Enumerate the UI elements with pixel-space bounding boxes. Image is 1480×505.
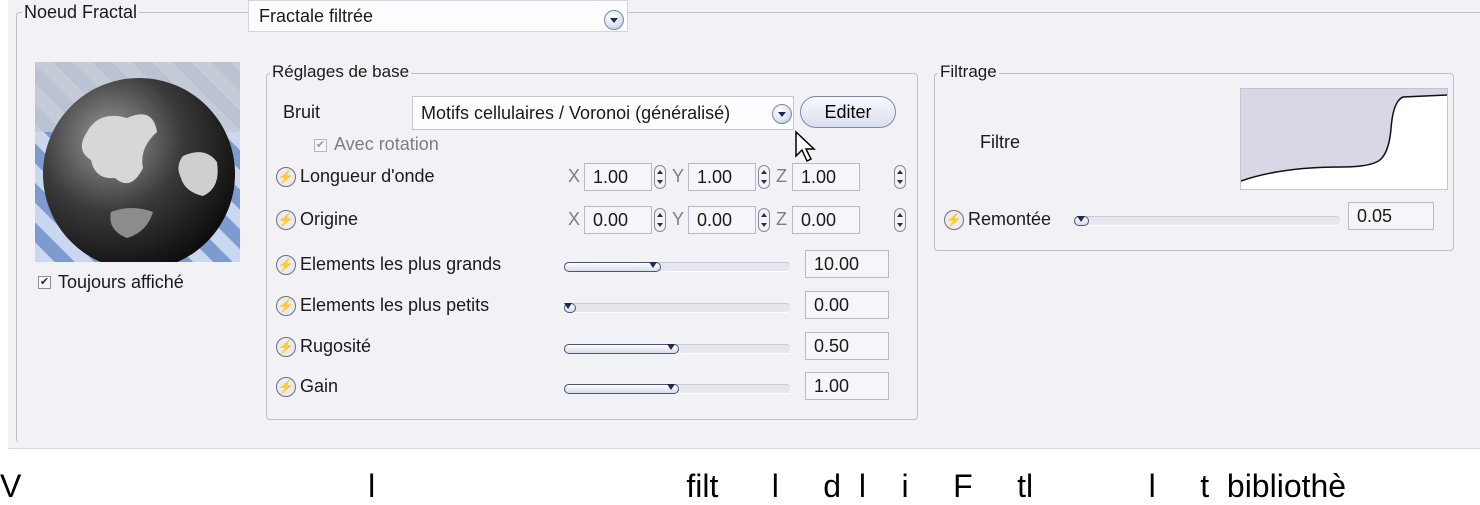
rise-slider[interactable]	[1074, 216, 1340, 226]
wavelength-z-label: Z	[776, 166, 787, 186]
slider-thumb[interactable]	[562, 300, 574, 312]
slider-thumb[interactable]	[665, 381, 677, 393]
largest-elements-animate-icon[interactable]: ⚡	[276, 255, 296, 275]
filter-curve-graph[interactable]	[1240, 88, 1448, 190]
slider-thumb[interactable]	[1075, 213, 1087, 225]
smallest-elements-label: Elements les plus petits	[300, 295, 490, 315]
smallest-elements-animate-icon[interactable]: ⚡	[276, 296, 296, 316]
origin-animate-icon[interactable]: ⚡	[276, 210, 296, 230]
rise-value[interactable]: 0.05	[1348, 202, 1434, 230]
wavelength-animate-icon[interactable]: ⚡	[276, 167, 296, 187]
edit-button[interactable]: Editer	[800, 96, 896, 128]
roughness-animate-icon[interactable]: ⚡	[276, 337, 296, 357]
filter-curve-icon	[1240, 94, 1448, 189]
wavelength-y-field[interactable]: 1.00	[688, 163, 756, 191]
noise-dropdown-icon[interactable]	[772, 104, 792, 124]
fractal-type-select[interactable]: Fractale filtrée	[248, 0, 628, 32]
always-shown-label: Toujours affiché	[58, 272, 184, 292]
smallest-elements-slider[interactable]	[564, 303, 790, 313]
gain-value[interactable]: 1.00	[805, 372, 889, 400]
noise-label: Bruit	[283, 102, 321, 122]
filtering-title: Filtrage	[938, 62, 999, 82]
rise-animate-icon[interactable]: ⚡	[944, 210, 964, 230]
roughness-slider[interactable]	[564, 344, 790, 354]
wavelength-x-field[interactable]: 1.00	[584, 163, 652, 191]
node-title: Noeud Fractal	[22, 2, 140, 23]
noise-value: Motifs cellulaires / Voronoi (généralisé…	[421, 103, 731, 123]
roughness-value[interactable]: 0.50	[805, 332, 889, 360]
origin-x-spinner[interactable]	[654, 208, 666, 232]
rotation-checkbox[interactable]: ✔	[314, 139, 327, 152]
rotation-label: Avec rotation	[334, 134, 439, 154]
slider-fill	[564, 344, 679, 354]
slider-thumb[interactable]	[665, 341, 677, 353]
filter-label: Filtre	[980, 132, 1020, 152]
slider-fill	[564, 384, 679, 394]
origin-y-field[interactable]: 0.00	[688, 206, 756, 234]
basic-settings-title: Réglages de base	[270, 62, 412, 82]
origin-z-label: Z	[776, 209, 787, 229]
wavelength-x-spinner[interactable]	[654, 165, 666, 189]
origin-z-spinner[interactable]	[894, 208, 906, 232]
origin-z-field[interactable]: 0.00	[792, 206, 860, 234]
largest-elements-slider[interactable]	[564, 262, 790, 272]
always-shown-checkbox[interactable]: ✔	[38, 276, 51, 289]
mouse-cursor-icon	[795, 130, 816, 163]
preview-image	[35, 62, 240, 262]
rise-label: Remontée	[968, 209, 1052, 229]
wavelength-z-field[interactable]: 1.00	[792, 163, 860, 191]
edit-button-label: Editer	[824, 102, 872, 122]
slider-thumb[interactable]	[647, 259, 659, 271]
caption-text: V l filt l d l i F tl l t bibliothè	[0, 468, 1347, 504]
fractal-type-dropdown-icon[interactable]	[604, 10, 624, 30]
largest-elements-label: Elements les plus grands	[300, 254, 502, 274]
wavelength-z-spinner[interactable]	[894, 165, 906, 189]
gain-animate-icon[interactable]: ⚡	[276, 377, 296, 397]
wavelength-label: Longueur d'onde	[300, 166, 435, 186]
largest-elements-value[interactable]: 10.00	[805, 250, 889, 278]
noise-select[interactable]: Motifs cellulaires / Voronoi (généralisé…	[412, 96, 794, 130]
gain-slider[interactable]	[564, 384, 790, 394]
origin-y-label: Y	[672, 209, 685, 229]
wavelength-y-label: Y	[672, 166, 685, 186]
origin-label: Origine	[300, 209, 359, 229]
fractal-node-panel: Noeud Fractal Fractale filtrée ✔ Toujour…	[8, 0, 1480, 449]
roughness-label: Rugosité	[300, 336, 372, 356]
wavelength-y-spinner[interactable]	[758, 165, 770, 189]
fractal-type-value: Fractale filtrée	[259, 6, 374, 26]
origin-x-field[interactable]: 0.00	[584, 206, 652, 234]
wavelength-x-label: X	[568, 166, 581, 186]
origin-x-label: X	[568, 209, 581, 229]
preview-sphere-icon	[35, 62, 240, 262]
smallest-elements-value[interactable]: 0.00	[805, 291, 889, 319]
origin-y-spinner[interactable]	[758, 208, 770, 232]
gain-label: Gain	[300, 376, 339, 396]
